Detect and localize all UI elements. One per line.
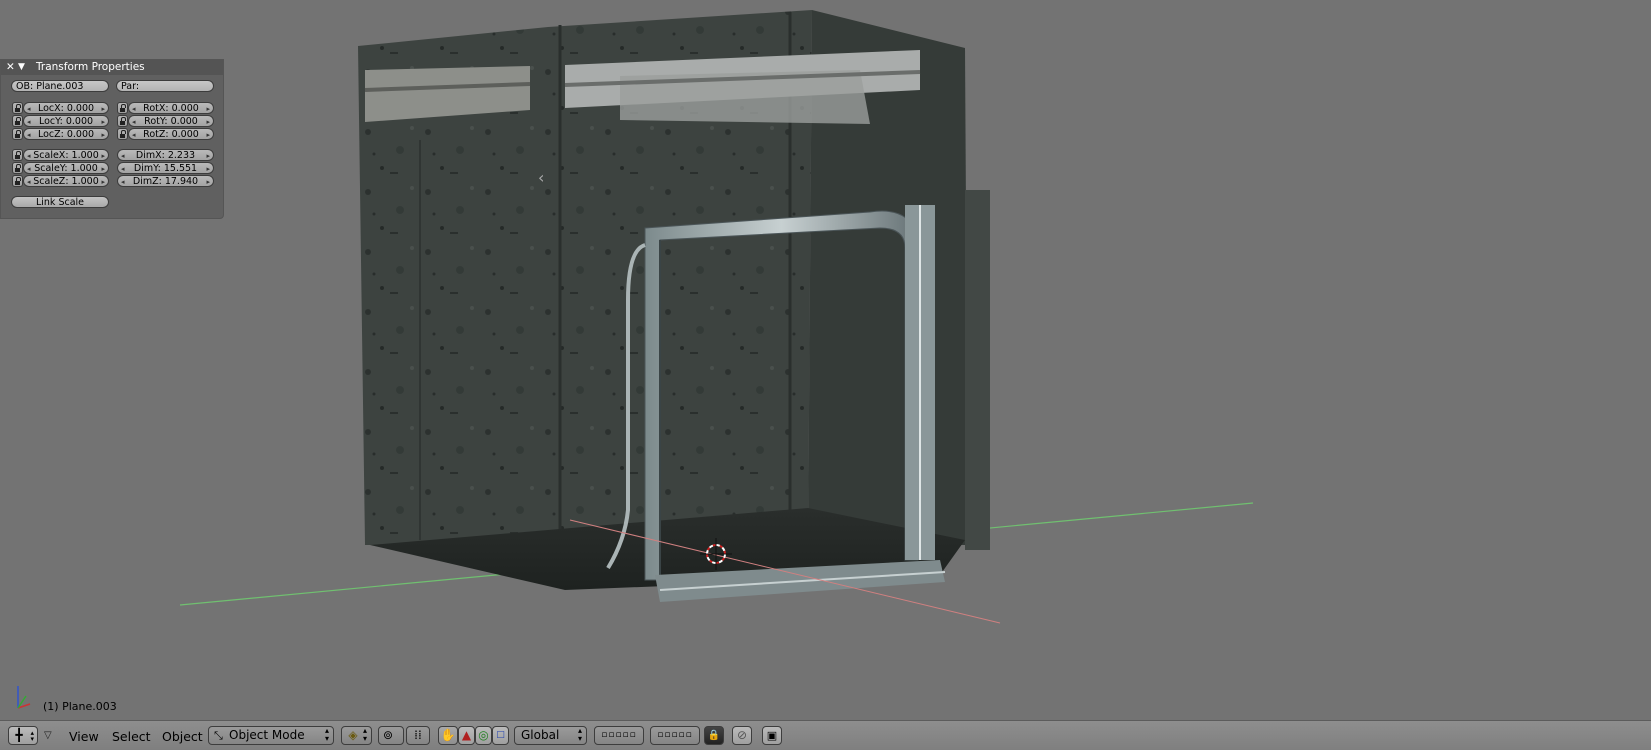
dim-x-value: DimX: 2.233 (135, 150, 196, 161)
3d-viewport[interactable]: ‹ (1) Plane.003 ✕ ▼ Transform Properties… (0, 0, 1651, 720)
close-icon[interactable]: ✕ (6, 60, 15, 75)
lock-icon[interactable] (12, 128, 23, 140)
loc-y-value: LocY: 0.000 (38, 116, 94, 127)
rot-z-field[interactable]: ◂ RotZ: 0.000 ▸ (128, 128, 214, 140)
translate-toggle[interactable]: ▲ (458, 726, 475, 745)
scale-x-value: ScaleX: 1.000 (33, 150, 99, 161)
menu-object[interactable]: Object (162, 729, 203, 744)
hand-icon: ✋ (440, 728, 456, 742)
loc-y-field[interactable]: ◂ LocY: 0.000 ▸ (23, 115, 109, 127)
lock-icon[interactable] (12, 175, 23, 187)
parent-field[interactable]: Par: (116, 80, 214, 92)
rotate-toggle[interactable]: ◎ (475, 726, 492, 745)
lock-layers-button[interactable]: 🔒 (704, 726, 724, 745)
lock-icon[interactable] (117, 102, 128, 114)
lock-icon[interactable] (12, 115, 23, 127)
lock-icon[interactable] (117, 115, 128, 127)
layer-grid-icon: ▫▫▫▫▫ (601, 730, 637, 740)
rotate-icon: ◎ (478, 728, 489, 742)
snap-grid-icon: ⁞⁞ (414, 728, 422, 742)
layer-grid-icon: ▫▫▫▫▫ (657, 730, 693, 740)
loc-z-field[interactable]: ◂ LocZ: 0.000 ▸ (23, 128, 109, 140)
lock-icon[interactable] (12, 149, 23, 161)
axis-gizmo-icon (17, 686, 31, 709)
panel-header: ✕ ▼ Transform Properties (1, 60, 223, 75)
rot-x-value: RotX: 0.000 (143, 103, 199, 114)
pivot-select[interactable]: ⊚ (378, 726, 404, 745)
dim-z-value: DimZ: 17.940 (132, 176, 199, 187)
mode-select[interactable]: ⤡ Object Mode ▴ ▾ (208, 726, 334, 745)
orientation-select-value: Global (521, 728, 560, 742)
dim-z-field[interactable]: ◂ DimZ: 17.940 ▸ (117, 175, 214, 187)
active-object-label: (1) Plane.003 (43, 700, 117, 713)
link-scale-button[interactable]: Link Scale (11, 196, 109, 208)
manipulator-toggle[interactable]: ✋ (438, 726, 458, 745)
panel-title: Transform Properties (36, 61, 145, 73)
dim-x-field[interactable]: ◂ DimX: 2.233 ▸ (117, 149, 214, 161)
lock-icon: 🔒 (707, 730, 721, 741)
menu-view[interactable]: View (69, 729, 99, 744)
render-button[interactable]: ⊘ (732, 726, 752, 745)
editor-type-button[interactable]: ╋ ▴ ▾ (8, 726, 38, 745)
object-name-field[interactable]: OB: Plane.003 (11, 80, 109, 92)
transform-properties-panel: ✕ ▼ Transform Properties OB: Plane.003 P… (0, 59, 224, 219)
rot-y-value: RotY: 0.000 (144, 116, 198, 127)
mode-select-value: Object Mode (229, 728, 305, 742)
loc-z-value: LocZ: 0.000 (37, 129, 95, 140)
loc-x-field[interactable]: ◂ LocX: 0.000 ▸ (23, 102, 109, 114)
render-icon: ⊘ (736, 728, 748, 742)
scale-x-field[interactable]: ◂ ScaleX: 1.000 ▸ (23, 149, 109, 161)
rot-z-value: RotZ: 0.000 (143, 129, 199, 140)
orientation-select[interactable]: Global ▴ ▾ (514, 726, 587, 745)
image-icon: ▣ (766, 729, 778, 742)
collapse-menus-icon[interactable]: ▽ (44, 726, 58, 745)
scene-render: ‹ (179, 10, 1254, 624)
triangle-down-icon[interactable]: ▼ (18, 60, 25, 75)
image-button[interactable]: ▣ (762, 726, 782, 745)
rot-y-field[interactable]: ◂ RotY: 0.000 ▸ (128, 115, 214, 127)
lock-icon[interactable] (12, 162, 23, 174)
shading-cube-icon: ◈ (348, 728, 358, 742)
lock-icon[interactable] (12, 102, 23, 114)
dim-y-field[interactable]: ◂ DimY: 15.551 ▸ (117, 162, 214, 174)
scale-z-field[interactable]: ◂ ScaleZ: 1.000 ▸ (23, 175, 109, 187)
scale-icon: □ (496, 730, 505, 740)
loc-x-value: LocX: 0.000 (37, 103, 95, 114)
svg-text:‹: ‹ (538, 168, 544, 187)
mode-icon: ⤡ (214, 729, 223, 742)
menu-select[interactable]: Select (112, 729, 151, 744)
pivot-icon: ⊚ (382, 728, 394, 742)
scale-z-value: ScaleZ: 1.000 (33, 176, 99, 187)
layer-buttons-right[interactable]: ▫▫▫▫▫ (650, 726, 700, 745)
rot-x-field[interactable]: ◂ RotX: 0.000 ▸ (128, 102, 214, 114)
translate-icon: ▲ (461, 728, 472, 742)
crosshair-icon: ╋ (15, 728, 23, 742)
layer-buttons-left[interactable]: ▫▫▫▫▫ (594, 726, 644, 745)
snap-select[interactable]: ⁞⁞ (406, 726, 430, 745)
dim-y-value: DimY: 15.551 (133, 163, 198, 174)
scale-y-field[interactable]: ◂ ScaleY: 1.000 ▸ (23, 162, 109, 174)
scale-toggle[interactable]: □ (492, 726, 509, 745)
header-toolbar: ╋ ▴ ▾ ▽ View Select Object ⤡ Object Mode … (0, 720, 1651, 750)
scale-y-value: ScaleY: 1.000 (34, 163, 98, 174)
lock-icon[interactable] (117, 128, 128, 140)
draw-type-select[interactable]: ◈ ▴ ▾ (341, 726, 372, 745)
